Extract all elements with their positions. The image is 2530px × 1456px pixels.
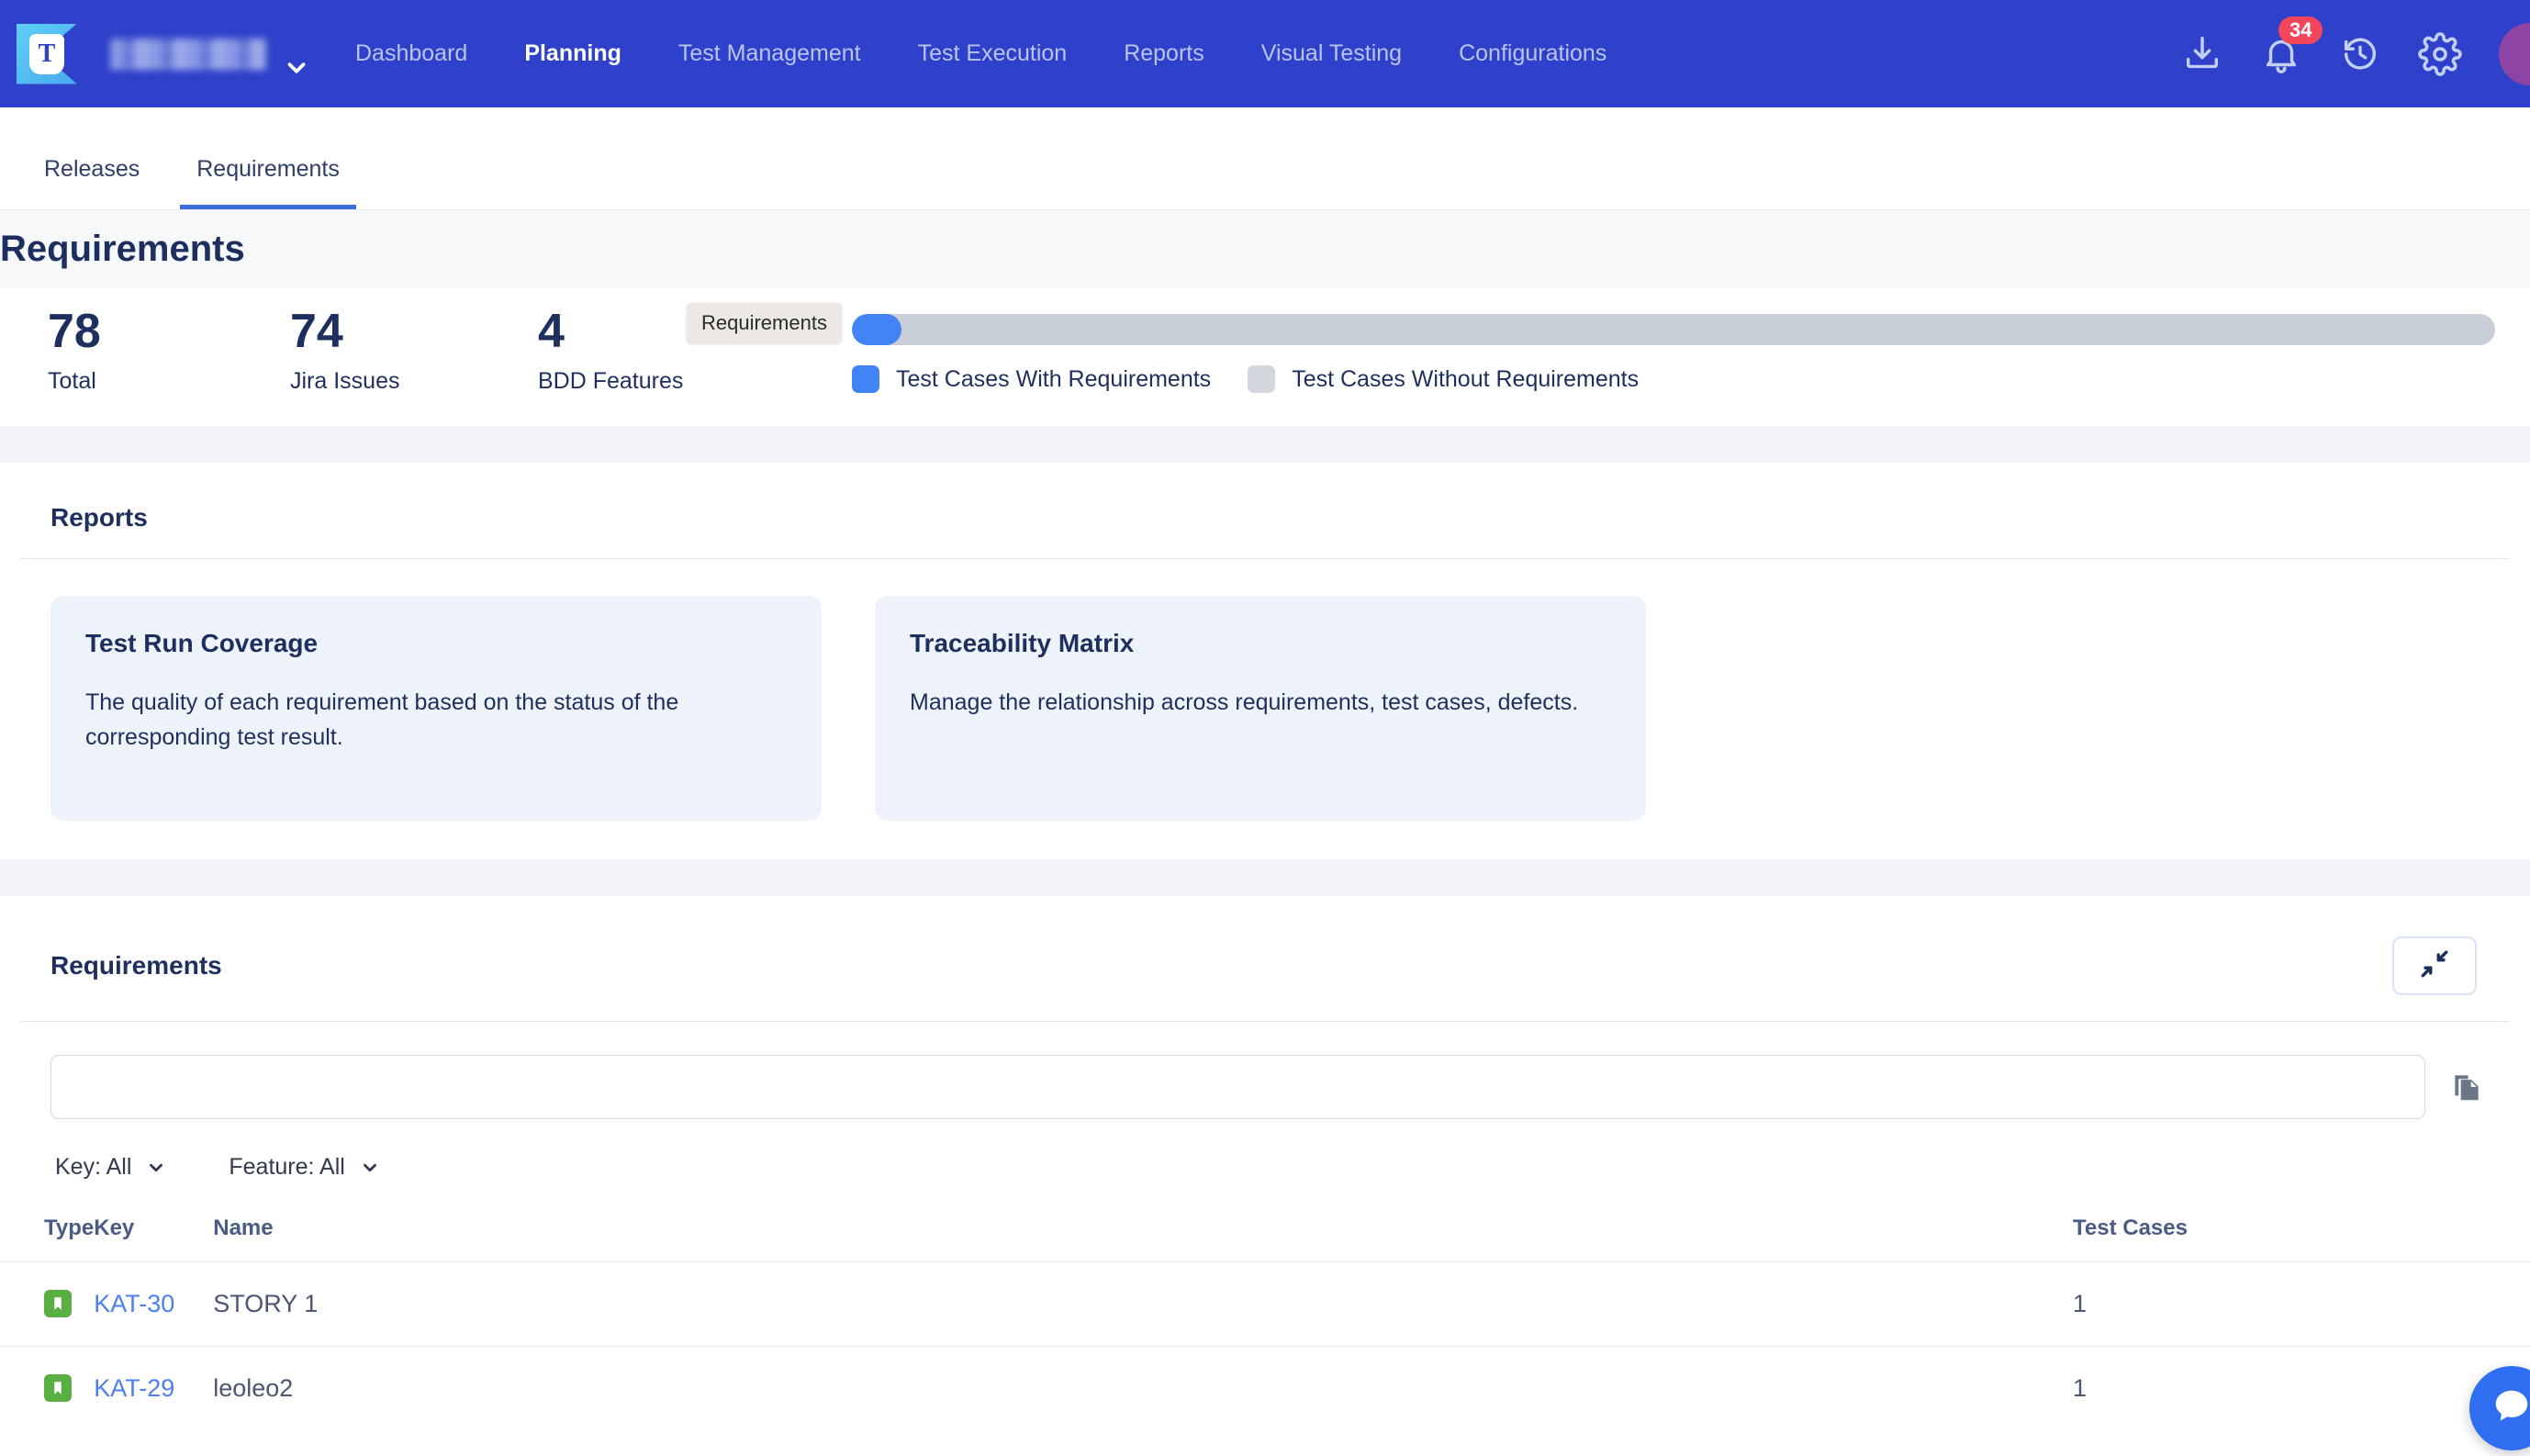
stat-total: 78 Total: [48, 307, 239, 395]
nav-item-dashboard[interactable]: Dashboard: [327, 40, 496, 67]
search-input[interactable]: [50, 1055, 2425, 1119]
stat-jira-issues-label: Jira Issues: [290, 367, 400, 394]
chevron-down-icon: [363, 1163, 376, 1171]
requirement-name: leoleo2: [213, 1346, 2016, 1430]
reports-section: Reports Test Run Coverage The quality of…: [0, 463, 2530, 859]
coverage-progress-bar[interactable]: [852, 314, 2495, 345]
coverage-tooltip: Requirements: [687, 303, 842, 343]
copy-icon[interactable]: [2449, 1070, 2484, 1104]
filter-key[interactable]: Key: All: [55, 1154, 166, 1181]
nav-item-test-execution[interactable]: Test Execution: [890, 40, 1096, 67]
column-header-key[interactable]: Key: [94, 1215, 213, 1262]
reports-heading: Reports: [50, 503, 148, 532]
requirements-table-section: Requirements Key: All Feature: All Type …: [0, 896, 2530, 1430]
top-bar-actions: 34: [2181, 0, 2530, 107]
logo-letter: T: [29, 33, 64, 74]
collapse-button[interactable]: [2392, 936, 2477, 995]
notifications-bell-icon[interactable]: 34: [2260, 16, 2323, 75]
column-header-test-cases[interactable]: Test Cases: [2016, 1215, 2530, 1262]
requirements-table-title: Requirements: [50, 951, 222, 980]
legend-item-with-requirements[interactable]: Test Cases With Requirements: [852, 365, 1211, 393]
column-header-type[interactable]: Type: [0, 1215, 94, 1262]
requirements-table: Type Key Name Test Cases KAT-30 STORY 1 …: [0, 1215, 2530, 1430]
legend-item-without-requirements[interactable]: Test Cases Without Requirements: [1248, 365, 1639, 393]
table-row[interactable]: KAT-29 leoleo2 1: [0, 1346, 2530, 1430]
section-tabs: Releases Requirements: [0, 107, 2530, 210]
top-navigation-bar: T Dashboard Planning Test Management Tes…: [0, 0, 2530, 107]
requirement-key-link[interactable]: KAT-30: [94, 1290, 174, 1317]
filter-feature-label: Feature: All: [229, 1154, 345, 1180]
nav-item-reports[interactable]: Reports: [1095, 40, 1233, 67]
jira-story-icon: [44, 1290, 72, 1317]
legend-swatch-blue: [852, 365, 879, 393]
project-name-redacted: [110, 38, 266, 70]
report-card-test-run-coverage[interactable]: Test Run Coverage The quality of each re…: [50, 596, 822, 821]
collapse-arrows-icon: [2419, 948, 2450, 984]
user-avatar[interactable]: [2499, 22, 2530, 85]
column-header-name[interactable]: Name: [213, 1215, 2016, 1262]
tab-requirements[interactable]: Requirements: [180, 156, 356, 209]
requirement-name: STORY 1: [213, 1261, 2016, 1347]
jira-story-icon: [44, 1374, 72, 1402]
stat-total-value: 78: [48, 305, 101, 358]
filter-feature[interactable]: Feature: All: [229, 1154, 379, 1181]
requirement-key-link[interactable]: KAT-29: [94, 1374, 174, 1402]
download-icon[interactable]: [2181, 33, 2223, 75]
requirements-table-header: Requirements: [0, 896, 2530, 1021]
stats-summary-strip: 78 Total 74 Jira Issues 4 BDD Features R…: [0, 288, 2530, 426]
legend-swatch-gray: [1248, 365, 1276, 393]
page-header: Requirements: [0, 210, 2530, 288]
chat-bubble-icon: [2491, 1385, 2530, 1432]
section-spacer-2: [0, 859, 2530, 896]
nav-item-visual-testing[interactable]: Visual Testing: [1233, 40, 1430, 67]
search-row: [0, 1022, 2530, 1119]
page-title: Requirements: [0, 229, 245, 269]
stat-jira-issues-value: 74: [290, 305, 343, 358]
stat-bdd-features-label: BDD Features: [538, 367, 684, 394]
report-card-traceability-matrix[interactable]: Traceability Matrix Manage the relations…: [875, 596, 1646, 821]
gear-icon[interactable]: [2418, 31, 2462, 76]
coverage-bar-region: Requirements Test Cases With Requirement…: [687, 303, 2495, 393]
report-card-description: Manage the relationship across requireme…: [910, 689, 1579, 715]
table-header-row: Type Key Name Test Cases: [0, 1215, 2530, 1262]
reports-card-row: Test Run Coverage The quality of each re…: [0, 559, 2530, 821]
legend-label-without-requirements: Test Cases Without Requirements: [1292, 365, 1640, 392]
section-spacer: [0, 426, 2530, 463]
app-logo[interactable]: T: [17, 23, 77, 84]
table-filters: Key: All Feature: All: [0, 1119, 2530, 1181]
stat-total-label: Total: [48, 367, 96, 394]
notification-badge: 34: [2278, 16, 2323, 44]
project-selector[interactable]: [110, 38, 306, 73]
main-nav-links: Dashboard Planning Test Management Test …: [327, 40, 1635, 67]
report-card-description: The quality of each requirement based on…: [85, 689, 679, 750]
legend-label-with-requirements: Test Cases With Requirements: [896, 365, 1212, 392]
nav-item-test-management[interactable]: Test Management: [650, 40, 890, 67]
filter-key-label: Key: All: [55, 1154, 132, 1180]
stat-jira-issues: 74 Jira Issues: [290, 307, 481, 395]
requirement-test-cases-count: 1: [2016, 1346, 2530, 1430]
report-card-title: Test Run Coverage: [85, 629, 319, 657]
nav-item-planning[interactable]: Planning: [496, 40, 650, 67]
report-card-title: Traceability Matrix: [910, 629, 1135, 657]
coverage-legend: Test Cases With Requirements Test Cases …: [852, 365, 2495, 393]
requirement-test-cases-count: 1: [2016, 1261, 2530, 1347]
chevron-down-icon: [150, 1163, 163, 1171]
nav-item-configurations[interactable]: Configurations: [1430, 40, 1635, 67]
coverage-progress-fill: [852, 314, 901, 345]
table-row[interactable]: KAT-30 STORY 1 1: [0, 1261, 2530, 1347]
tab-releases[interactable]: Releases: [28, 156, 156, 209]
history-icon[interactable]: [2339, 33, 2381, 75]
